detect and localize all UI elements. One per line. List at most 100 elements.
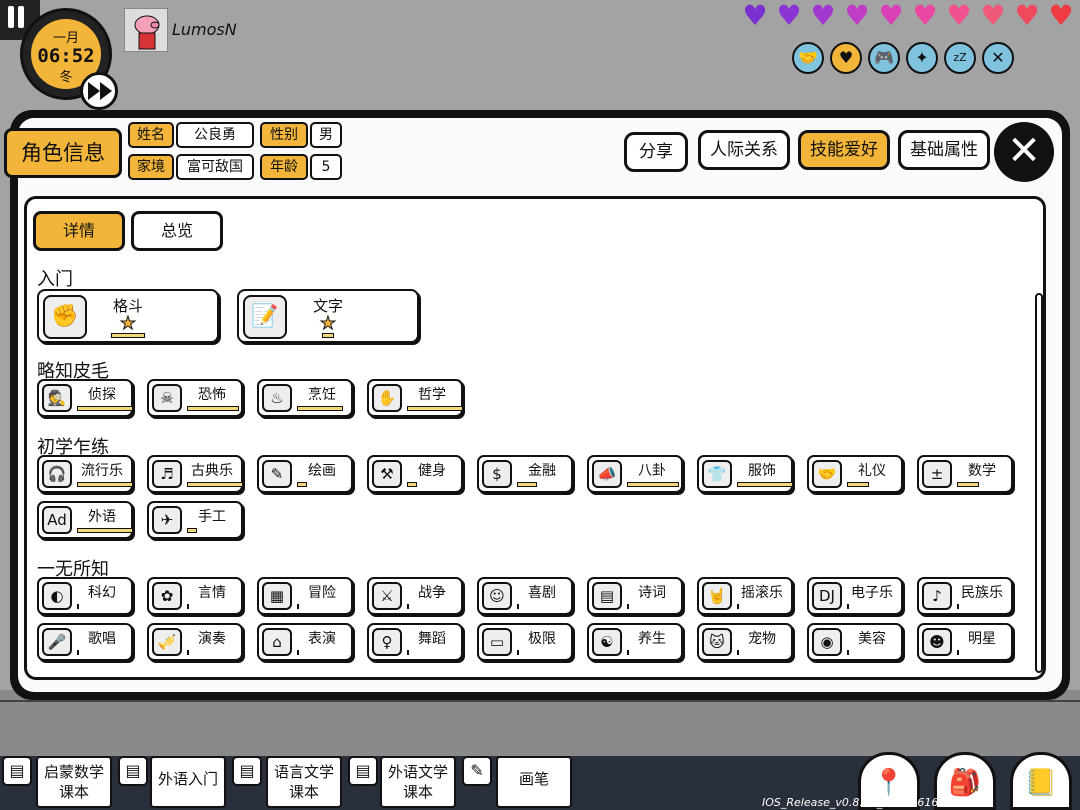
skill-name: 哲学: [418, 387, 446, 403]
skill-progress-bar: [187, 650, 189, 655]
star-icon: ★: [119, 313, 137, 335]
skill-card[interactable]: ✋ 哲学: [367, 379, 463, 417]
skill-progress-bar: [77, 406, 133, 411]
diary-button[interactable]: 📒: [1010, 752, 1072, 810]
tab-detail[interactable]: 详情: [33, 211, 125, 251]
tab-role-info[interactable]: 角色信息: [4, 128, 122, 178]
detective-icon: 🕵: [42, 384, 72, 412]
skill-card[interactable]: $ 金融: [477, 455, 573, 493]
money-icon: $: [482, 460, 512, 488]
fast-forward-button[interactable]: [80, 72, 118, 110]
skill-card[interactable]: 🎤 歌唱: [37, 623, 133, 661]
skill-card[interactable]: 👕 服饰: [697, 455, 793, 493]
ballet-icon: ♀: [372, 628, 402, 656]
skill-card[interactable]: 🎺 演奏: [147, 623, 243, 661]
skill-card[interactable]: ☻ 明星: [917, 623, 1013, 661]
skill-progress-bar: [957, 604, 959, 609]
skill-card[interactable]: 🐱 宠物: [697, 623, 793, 661]
inventory-item[interactable]: 外语入门: [150, 756, 226, 808]
inventory-item-sublabel: 课本: [288, 783, 319, 801]
handshake-icon: 🤝: [812, 460, 842, 488]
heart-icon: ♥: [742, 0, 768, 32]
skill-card[interactable]: ✿ 言情: [147, 577, 243, 615]
skill-progress-bar: [407, 406, 463, 411]
skill-progress-bar: [737, 604, 739, 609]
skill-card[interactable]: ◐ 科幻: [37, 577, 133, 615]
share-button[interactable]: 分享: [624, 132, 688, 172]
skill-card[interactable]: ▭ 极限: [477, 623, 573, 661]
skill-name: 侦探: [88, 387, 116, 403]
skill-card[interactable]: ⚒ 健身: [367, 455, 463, 493]
skill-card[interactable]: ✈ 手工: [147, 501, 243, 539]
heart-icon[interactable]: ♥: [830, 42, 862, 74]
inventory-item[interactable]: 语言文学 课本: [266, 756, 342, 808]
inventory-item[interactable]: 启蒙数学 课本: [36, 756, 112, 808]
close-button[interactable]: ✕: [994, 122, 1054, 182]
skill-progress-bar: [957, 482, 979, 487]
skill-card[interactable]: 🕵 侦探: [37, 379, 133, 417]
skill-card[interactable]: 🤘 摇滚乐: [697, 577, 793, 615]
skill-card[interactable]: ♨ 烹饪: [257, 379, 353, 417]
skill-card[interactable]: ✊ 格斗 ★: [37, 289, 219, 343]
skill-name: 数学: [968, 463, 996, 479]
sleep-icon[interactable]: zZ: [944, 42, 976, 74]
skill-card[interactable]: ⚔ 战争: [367, 577, 463, 615]
skill-card[interactable]: ☯ 养生: [587, 623, 683, 661]
skill-card[interactable]: ✎ 绘画: [257, 455, 353, 493]
skill-card[interactable]: 🎧 流行乐: [37, 455, 133, 493]
skill-card[interactable]: ⌂ 表演: [257, 623, 353, 661]
skill-card[interactable]: ♬ 古典乐: [147, 455, 243, 493]
sparkle-icon[interactable]: ✦: [906, 42, 938, 74]
megaphone-icon: 📣: [592, 460, 622, 488]
skill-progress-bar: [627, 650, 629, 655]
heart-icon: ♥: [980, 0, 1006, 32]
dj-icon: DJ: [812, 582, 842, 610]
skill-card[interactable]: ♪ 民族乐: [917, 577, 1013, 615]
skill-card[interactable]: 📝 文字 ★: [237, 289, 419, 343]
backpack-button[interactable]: 🎒: [934, 752, 996, 810]
skill-progress-bar: [187, 528, 197, 533]
skill-card[interactable]: 📣 八卦: [587, 455, 683, 493]
handshake-icon[interactable]: 🤝: [792, 42, 824, 74]
skill-card[interactable]: DJ 电子乐: [807, 577, 903, 615]
inventory-item[interactable]: 外语文学 课本: [380, 756, 456, 808]
skills-content: 详情 总览 入门 略知皮毛 初学乍练 一无所知 ✊ 格斗 ★ 📝 文字 ★ 🕵 侦探 ☠ 恐怖 ♨ 烹…: [24, 196, 1046, 680]
skill-progress-bar: [187, 406, 239, 411]
skill-card[interactable]: ▤ 诗词: [587, 577, 683, 615]
skill-card[interactable]: Ad 外语: [37, 501, 133, 539]
food-icon[interactable]: ✕: [982, 42, 1014, 74]
tab-skills[interactable]: 技能爱好: [798, 130, 890, 170]
skill-progress-bar: [77, 650, 79, 655]
scrollbar[interactable]: [1035, 293, 1043, 673]
skill-card[interactable]: ☠ 恐怖: [147, 379, 243, 417]
tab-relations[interactable]: 人际关系: [698, 130, 790, 170]
skill-name: 外语: [88, 509, 116, 525]
inventory-item-label: 画笔: [518, 770, 549, 788]
inventory-item[interactable]: 画笔: [496, 756, 572, 808]
skill-name: 养生: [638, 631, 666, 647]
tab-overview[interactable]: 总览: [131, 211, 223, 251]
skill-name: 古典乐: [191, 463, 233, 479]
skill-progress-bar: [77, 482, 133, 487]
skill-progress-bar: [737, 650, 739, 655]
skill-progress-bar: [77, 528, 133, 533]
gamepad-icon[interactable]: 🎮: [868, 42, 900, 74]
skill-card[interactable]: ◉ 美容: [807, 623, 903, 661]
skill-progress-bar: [187, 482, 243, 487]
skill-card[interactable]: ♀ 舞蹈: [367, 623, 463, 661]
skill-card[interactable]: ☺ 喜剧: [477, 577, 573, 615]
skill-progress-bar: [297, 406, 343, 411]
tab-attributes[interactable]: 基础属性: [898, 130, 990, 170]
skill-progress-bar: [77, 604, 79, 609]
skill-progress-bar: [737, 482, 793, 487]
thinker-icon: ✋: [372, 384, 402, 412]
skill-card[interactable]: 🤝 礼仪: [807, 455, 903, 493]
skill-name: 明星: [968, 631, 996, 647]
skill-card[interactable]: ▦ 冒险: [257, 577, 353, 615]
skill-progress-bar: [111, 333, 145, 338]
yin-yang-icon: ☯: [592, 628, 622, 656]
rock-hand-icon: 🤘: [702, 582, 732, 610]
skill-card[interactable]: ± 数学: [917, 455, 1013, 493]
inventory-item-label: 外语入门: [157, 770, 218, 788]
avatar[interactable]: [124, 8, 168, 52]
